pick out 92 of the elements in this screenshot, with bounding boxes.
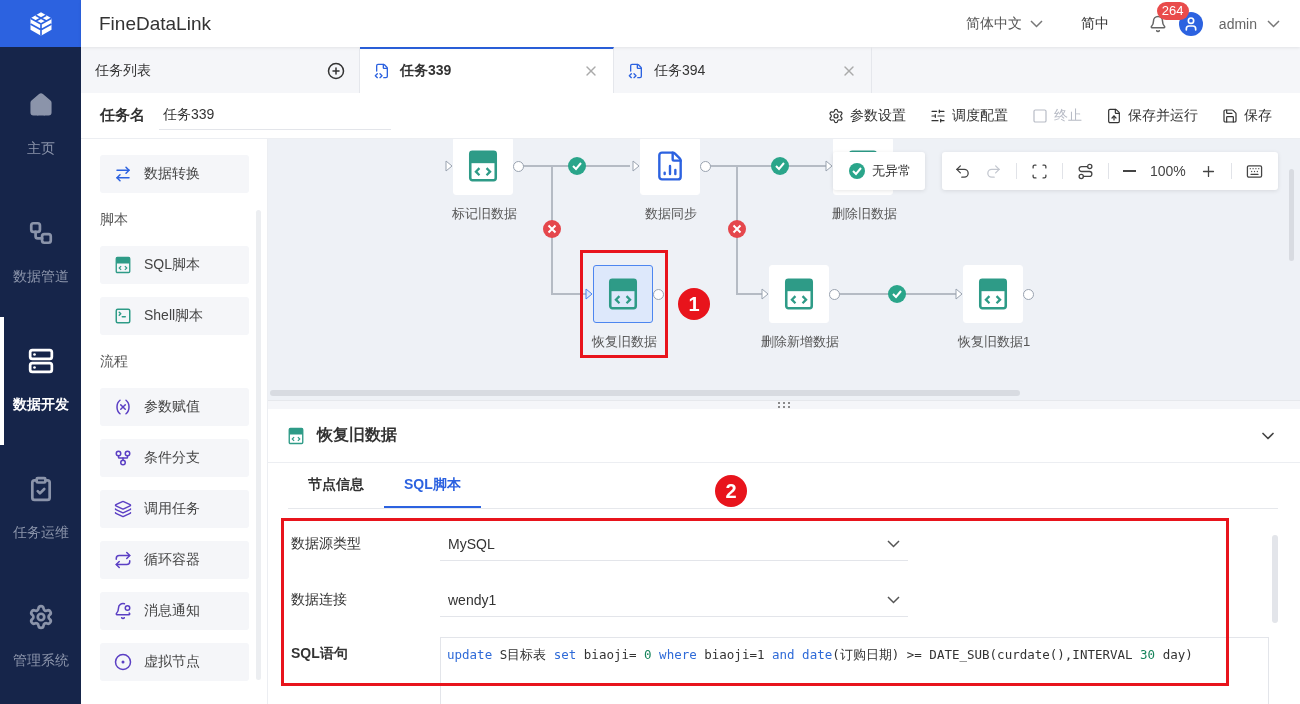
- redo-icon: [985, 162, 1002, 180]
- nav-item[interactable]: 数据管道: [0, 189, 81, 317]
- palette-item[interactable]: 条件分支: [100, 439, 249, 477]
- drag-handle-icon[interactable]: [776, 401, 792, 409]
- transform-icon: [114, 165, 132, 183]
- route-icon: [1077, 162, 1094, 180]
- tab[interactable]: SQL脚本: [384, 463, 481, 508]
- tab[interactable]: 节点信息: [288, 463, 384, 508]
- field-label: SQL语句: [291, 644, 349, 663]
- nav-item[interactable]: 管理系统: [0, 573, 81, 701]
- add-icon[interactable]: [327, 62, 345, 80]
- field-label: 数据源类型: [291, 535, 362, 553]
- palette-item[interactable]: 数据转换: [100, 155, 249, 193]
- output-port[interactable]: [512, 160, 524, 172]
- node-label: 标记旧数据: [451, 205, 517, 223]
- save-icon: [1222, 107, 1238, 124]
- app-title: FineDataLink: [99, 12, 211, 35]
- language-select[interactable]: 简体中文: [965, 14, 1043, 33]
- toolbar-button[interactable]: 调度配置: [930, 106, 1008, 125]
- palette-item[interactable]: Shell脚本: [100, 297, 249, 335]
- nav-item[interactable]: 任务运维: [0, 445, 81, 573]
- loop-icon: [114, 551, 132, 569]
- scrollbar[interactable]: [1272, 535, 1278, 623]
- node-label: 数据同步: [645, 205, 697, 223]
- sql-icon: [114, 256, 132, 274]
- field-label: 数据连接: [291, 591, 348, 609]
- chevron-down-icon: [1029, 19, 1043, 28]
- task-name-label: 任务名: [100, 106, 145, 125]
- success-icon: [847, 162, 866, 180]
- bell-icon: [114, 602, 132, 620]
- step-marker: 1: [678, 288, 710, 320]
- output-port[interactable]: [652, 288, 664, 300]
- select-field[interactable]: wendy1: [440, 583, 908, 617]
- output-port[interactable]: [699, 160, 711, 172]
- pipeline-icon: [27, 220, 54, 246]
- tab[interactable]: 任务339: [360, 47, 614, 93]
- palette-heading: 脚本: [100, 209, 129, 229]
- node-label: 恢复旧数据: [591, 333, 657, 351]
- step-marker: 2: [715, 475, 747, 507]
- notification-count: 264: [1156, 1, 1189, 20]
- settings-icon: [828, 107, 844, 124]
- tab[interactable]: 任务394: [614, 47, 872, 93]
- output-port[interactable]: [828, 288, 840, 300]
- keyboard-icon: [1245, 162, 1263, 180]
- palette-item[interactable]: 参数赋值: [100, 388, 249, 426]
- palette-item[interactable]: 循环容器: [100, 541, 249, 579]
- minus-icon: [1123, 170, 1136, 172]
- target-icon: [114, 653, 132, 671]
- fit-view-button[interactable]: [1031, 162, 1048, 180]
- keyboard-button[interactable]: [1245, 162, 1263, 180]
- toolbar-button[interactable]: 保存并运行: [1106, 106, 1198, 125]
- palette-heading: 流程: [100, 351, 129, 371]
- zoom-level: 100%: [1150, 163, 1186, 179]
- task-icon: [628, 63, 644, 79]
- sliders-icon: [930, 107, 946, 124]
- layers-icon: [114, 500, 132, 518]
- chevron-down-icon: [1267, 19, 1280, 28]
- server-icon: [27, 348, 54, 374]
- output-port[interactable]: [1022, 288, 1034, 300]
- stop-icon: [1032, 107, 1048, 124]
- terminal-icon: [114, 307, 132, 325]
- task-icon: [374, 63, 390, 79]
- branch-icon: [114, 449, 132, 467]
- palette-item[interactable]: SQL脚本: [100, 246, 249, 284]
- palette-item[interactable]: 调用任务: [100, 490, 249, 528]
- palette-item[interactable]: 消息通知: [100, 592, 249, 630]
- panel-title: 恢复旧数据: [317, 425, 398, 445]
- node-label: 删除旧数据: [831, 205, 897, 223]
- undo-button[interactable]: [954, 162, 971, 180]
- notification-icon[interactable]: [1148, 14, 1167, 33]
- home-icon: [27, 92, 54, 118]
- chevron-down-icon: [887, 539, 900, 548]
- select-field[interactable]: MySQL: [440, 527, 908, 561]
- status-toast: 无异常: [833, 152, 925, 190]
- nav-item[interactable]: 主页: [0, 61, 81, 189]
- node-label: 恢复旧数据1: [957, 333, 1031, 351]
- node-label: 删除新增数据: [761, 333, 839, 351]
- sql-icon: [287, 426, 305, 445]
- chevron-down-icon: [887, 595, 900, 604]
- node-card[interactable]: [592, 265, 653, 323]
- variable-icon: [114, 398, 132, 416]
- fit-view-icon: [1031, 162, 1048, 180]
- settings-icon: [27, 604, 54, 630]
- nav-item[interactable]: 数据开发: [0, 317, 81, 445]
- locale-label[interactable]: 简中: [1080, 14, 1109, 33]
- toolbar-button[interactable]: 保存: [1222, 106, 1272, 125]
- undo-icon: [954, 162, 971, 180]
- line-style-button[interactable]: [1077, 162, 1094, 180]
- file-upload-icon: [1106, 107, 1122, 124]
- toolbar-button[interactable]: 参数设置: [828, 106, 906, 125]
- palette-item[interactable]: 虚拟节点: [100, 643, 249, 681]
- sql-editor[interactable]: update S目标表 set biaoji= 0 where biaoji=1 and date(订购日期) >= DATE_SUB(curdate(),INTERVAL 30 day): [440, 637, 1269, 704]
